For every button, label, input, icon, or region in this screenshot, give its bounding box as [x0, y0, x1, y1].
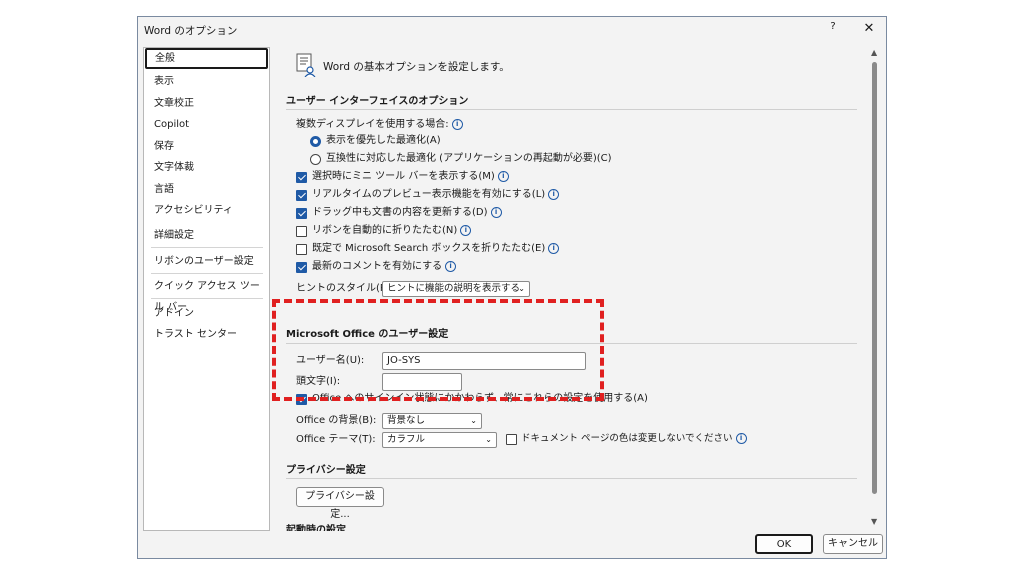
- checkbox-collapse-ribbon[interactable]: [296, 226, 307, 237]
- nav-item-addins[interactable]: アドイン: [145, 303, 268, 324]
- category-list: 全般 表示 文章校正 Copilot 保存 文字体裁 言語 アクセシビリティ 詳…: [143, 47, 270, 531]
- chevron-down-icon: ⌄: [518, 284, 525, 293]
- section-divider: [286, 478, 857, 479]
- scroll-up-icon[interactable]: ▲: [871, 48, 877, 57]
- scroll-down-icon[interactable]: ▼: [871, 517, 877, 526]
- nav-divider: [151, 247, 263, 248]
- privacy-settings-button[interactable]: プライバシー設定...: [296, 487, 384, 520]
- nav-item-language[interactable]: 言語: [145, 179, 268, 200]
- nav-item-quick-access-toolbar[interactable]: クイック アクセス ツール バー: [145, 276, 268, 313]
- close-icon[interactable]: ✕: [860, 20, 878, 38]
- title-bar: Word のオプション ? ✕: [138, 17, 886, 43]
- nav-item-general[interactable]: 全般: [145, 48, 268, 69]
- chevron-down-icon: ⌄: [485, 435, 492, 444]
- info-icon: i: [445, 261, 457, 272]
- tooltip-style-select[interactable]: ヒントに機能の説明を表示する ⌄: [382, 281, 530, 297]
- ok-button[interactable]: OK: [755, 534, 813, 554]
- chevron-down-icon: ⌄: [470, 416, 477, 425]
- info-icon: i: [548, 243, 560, 254]
- modern-comments-label: 最新のコメントを有効にする i: [312, 259, 457, 275]
- office-theme-select[interactable]: カラフル ⌄: [382, 432, 497, 448]
- highlight-annotation-box: [272, 299, 604, 401]
- office-theme-label: Office テーマ(T):: [296, 434, 376, 445]
- info-icon: i: [548, 189, 560, 200]
- nav-item-accessibility[interactable]: アクセシビリティ: [145, 200, 268, 221]
- mini-toolbar-label: 選択時にミニ ツール バーを表示する(M) i: [312, 169, 509, 185]
- scrollbar[interactable]: ▲ ▼: [869, 48, 881, 528]
- info-icon: i: [460, 225, 472, 236]
- section-divider: [286, 109, 857, 110]
- info-icon: i: [735, 433, 747, 444]
- tooltip-style-label: ヒントのスタイル(R):: [296, 283, 395, 294]
- help-icon[interactable]: ?: [826, 21, 840, 37]
- collapse-ribbon-label: リボンを自動的に折りたたむ(N) i: [312, 223, 472, 239]
- multi-display-label: 複数ディスプレイを使用する場合: i: [296, 117, 463, 133]
- search-box-label: 既定で Microsoft Search ボックスを折りたたむ(E) i: [312, 241, 560, 257]
- nav-divider: [151, 298, 263, 299]
- radio-optimize-appearance[interactable]: [310, 136, 321, 147]
- checkbox-modern-comments[interactable]: [296, 262, 307, 273]
- startup-section-title: 起動時の設定: [286, 525, 346, 531]
- nav-item-advanced[interactable]: 詳細設定: [145, 225, 268, 246]
- no-page-color-label: ドキュメント ページの色は変更しないでください i: [521, 431, 747, 447]
- nav-item-save[interactable]: 保存: [145, 136, 268, 157]
- info-icon: i: [497, 171, 509, 182]
- page-heading: Word の基本オプションを設定します。: [323, 61, 510, 73]
- checkbox-no-page-color[interactable]: [506, 434, 517, 445]
- info-icon: i: [490, 207, 502, 218]
- nav-item-proofing[interactable]: 文章校正: [145, 93, 268, 114]
- word-options-dialog: Word のオプション ? ✕ 全般 表示 文章校正 Copilot 保存 文字…: [137, 16, 887, 559]
- nav-item-trust-center[interactable]: トラスト センター: [145, 324, 268, 345]
- cancel-button[interactable]: キャンセル: [823, 534, 883, 554]
- nav-divider: [151, 273, 263, 274]
- options-content: Word の基本オプションを設定します。 ユーザー インターフェイスのオプション…: [278, 47, 870, 531]
- drag-update-label: ドラッグ中も文書の内容を更新する(D) i: [312, 205, 502, 221]
- privacy-section-title: プライバシー設定: [286, 465, 366, 476]
- options-header-icon: [296, 53, 316, 77]
- nav-item-customize-ribbon[interactable]: リボンのユーザー設定: [145, 251, 268, 272]
- nav-item-typography[interactable]: 文字体裁: [145, 157, 268, 178]
- info-icon: i: [451, 119, 463, 130]
- ui-options-section-title: ユーザー インターフェイスのオプション: [286, 96, 469, 107]
- radio-optimize-compat[interactable]: [310, 154, 321, 165]
- checkbox-drag-update[interactable]: [296, 208, 307, 219]
- scrollbar-thumb[interactable]: [872, 62, 877, 494]
- radio-optimize-appearance-label: 表示を優先した最適化(A): [326, 135, 441, 146]
- live-preview-label: リアルタイムのプレビュー表示機能を有効にする(L) i: [312, 187, 560, 203]
- radio-optimize-compat-label: 互換性に対応した最適化 (アプリケーションの再起動が必要)(C): [326, 153, 612, 164]
- office-background-select[interactable]: 背景なし ⌄: [382, 413, 482, 429]
- checkbox-search-box[interactable]: [296, 244, 307, 255]
- checkbox-mini-toolbar[interactable]: [296, 172, 307, 183]
- checkbox-live-preview[interactable]: [296, 190, 307, 201]
- nav-item-display[interactable]: 表示: [145, 71, 268, 92]
- nav-item-copilot[interactable]: Copilot: [145, 114, 268, 135]
- office-background-label: Office の背景(B):: [296, 415, 377, 426]
- window-title: Word のオプション: [144, 25, 238, 37]
